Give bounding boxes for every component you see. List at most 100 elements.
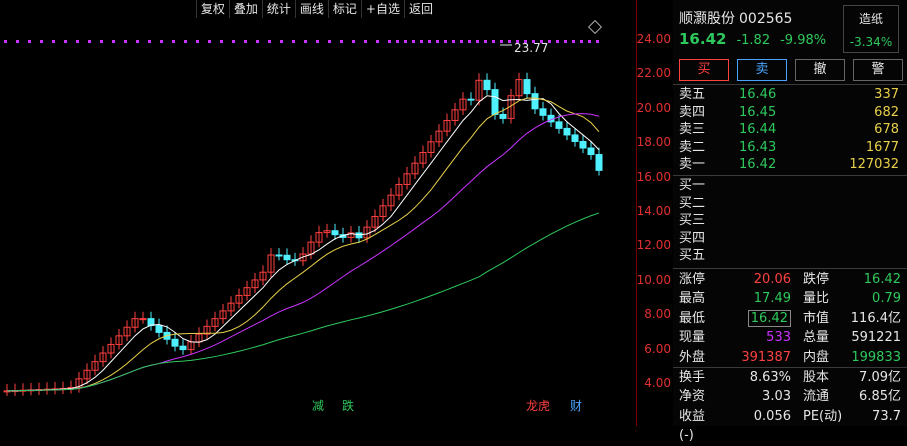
signal-dot [28,40,31,43]
price-tick: 24.00 [636,32,671,46]
candle-body[interactable] [555,121,563,129]
signal-dot [292,40,295,43]
ask-row[interactable]: 卖四 16.45 682 [679,104,899,122]
signal-dot [76,40,79,43]
stats-row: 现量 533 总量 591221 [679,330,901,346]
signal-dot [388,40,391,43]
signal-dot [328,40,331,43]
toolbar-adjust-button[interactable]: 复权 [195,0,229,18]
marker-fall[interactable]: 跌 [342,397,354,414]
signal-dot [316,40,319,43]
signal-dot [4,40,7,43]
price-axis: 24.00 22.00 20.00 18.00 16.00 14.00 12.00 10.00… [636,0,673,426]
divider [673,268,907,269]
signal-dot [580,40,583,43]
signal-dot [596,40,599,43]
stats-row: 收益(-) 0.056 PE(动) 73.7 [679,408,901,444]
signal-dot [412,40,415,43]
signal-dot [436,40,439,43]
candle-body[interactable] [147,318,155,327]
toolbar-stats-button[interactable]: 统计 [261,0,295,18]
bid-row[interactable]: 买二 [679,195,899,213]
candle-body[interactable] [467,98,475,101]
buy-button[interactable]: 买 [679,59,729,81]
stock-name: 顺灏股份 [679,11,735,27]
signal-dot [556,40,559,43]
candle-body[interactable] [171,338,179,347]
candle-body[interactable] [531,93,539,110]
candlestick-chart[interactable]: 23.77 [0,0,636,426]
signal-dot [268,40,271,43]
signal-dot [124,40,127,43]
candle-body[interactable] [571,134,579,142]
trade-buttons: 买 卖 撤 警 [679,59,903,81]
price-change: -1.82 [736,33,771,48]
candle-body[interactable] [355,232,363,239]
price-tick: 10.00 [636,272,671,287]
cancel-button[interactable]: 撤 [795,59,845,81]
candle-body[interactable] [283,254,291,261]
ask-row[interactable]: 卖五 16.46 337 [679,86,899,104]
signal-dot [500,40,503,43]
signal-dot [52,40,55,43]
price-tick: 22.00 [636,66,671,81]
candle-body[interactable] [155,325,163,333]
bid-row[interactable]: 买四 [679,230,899,248]
stats-row: 外盘 391387 内盘 199833 [679,349,901,365]
ma10-line [6,97,600,392]
divider [673,84,907,85]
stats-row: 净资 3.03 流通 6.85亿 [679,389,901,405]
marker-finance[interactable]: 财 [570,397,582,414]
signal-dot [468,40,471,43]
candle-body[interactable] [595,154,603,171]
stats-row: 换手 8.63% 股本 7.09亿 [679,370,901,385]
kline-chart-area[interactable]: 23.77 复权 叠加 统计 画线 标记 +自选 返回 24.00 22.00 20… [0,0,672,426]
candle-body[interactable] [179,345,187,351]
candle-body[interactable] [139,318,147,321]
signal-dot [64,40,67,43]
marker-dragon-tiger[interactable]: 龙虎 [526,397,550,414]
signal-dot [244,40,247,43]
bid-row[interactable]: 买一 [679,177,899,195]
signal-dot [256,40,259,43]
candle-body[interactable] [587,147,595,156]
signal-dot [428,40,431,43]
candle-body[interactable] [483,79,491,91]
toolbar-draw-button[interactable]: 画线 [294,0,328,18]
candle-body[interactable] [275,254,283,257]
price-tick: 16.00 [636,169,671,184]
bid-row[interactable]: 买五 [679,247,899,265]
signal-dot [352,40,355,43]
last-price: 16.42 [679,30,727,48]
fundamentals-table: 换手 8.63% 股本 7.09亿 净资 3.03 流通 6.85亿 收益(-) 0.05… [679,368,901,444]
ask-row[interactable]: 卖一 16.42 127032 [679,156,899,174]
ma5-line [6,95,600,392]
ask-row[interactable]: 卖二 16.43 1677 [679,139,899,157]
signal-dot [40,40,43,43]
signal-dot [220,40,223,43]
toolbar-mark-button[interactable]: 标记 [327,0,361,18]
candle-body[interactable] [491,89,499,115]
candle-body[interactable] [539,108,547,116]
signal-dot [564,40,567,43]
candle-body[interactable] [523,79,531,95]
ask-row[interactable]: 卖三 16.44 678 [679,121,899,139]
candle-body[interactable] [331,230,339,236]
toolbar-back-button[interactable]: 返回 [403,0,437,18]
toolbar-watchlist-button[interactable]: +自选 [360,0,404,18]
sell-button[interactable]: 卖 [737,59,787,81]
candle-body[interactable] [579,140,587,149]
sector-box[interactable]: 造纸 -3.34% [843,5,899,53]
price-tick: 12.00 [636,238,671,253]
candle-body[interactable] [499,113,507,119]
bid-row[interactable]: 买三 [679,212,899,230]
alert-button[interactable]: 警 [853,59,903,81]
chart-toolbar: 复权 叠加 统计 画线 标记 +自选 返回 [195,0,437,18]
toolbar-overlay-button[interactable]: 叠加 [228,0,262,18]
signal-dot [148,40,151,43]
high-annotation: 23.77 [514,41,548,55]
stats-row: 最高 17.49 量比 0.79 [679,291,901,307]
candle-body[interactable] [563,127,571,136]
marker-reduce[interactable]: 减 [312,397,324,414]
stock-title: 顺灏股份 002565 [679,8,792,28]
